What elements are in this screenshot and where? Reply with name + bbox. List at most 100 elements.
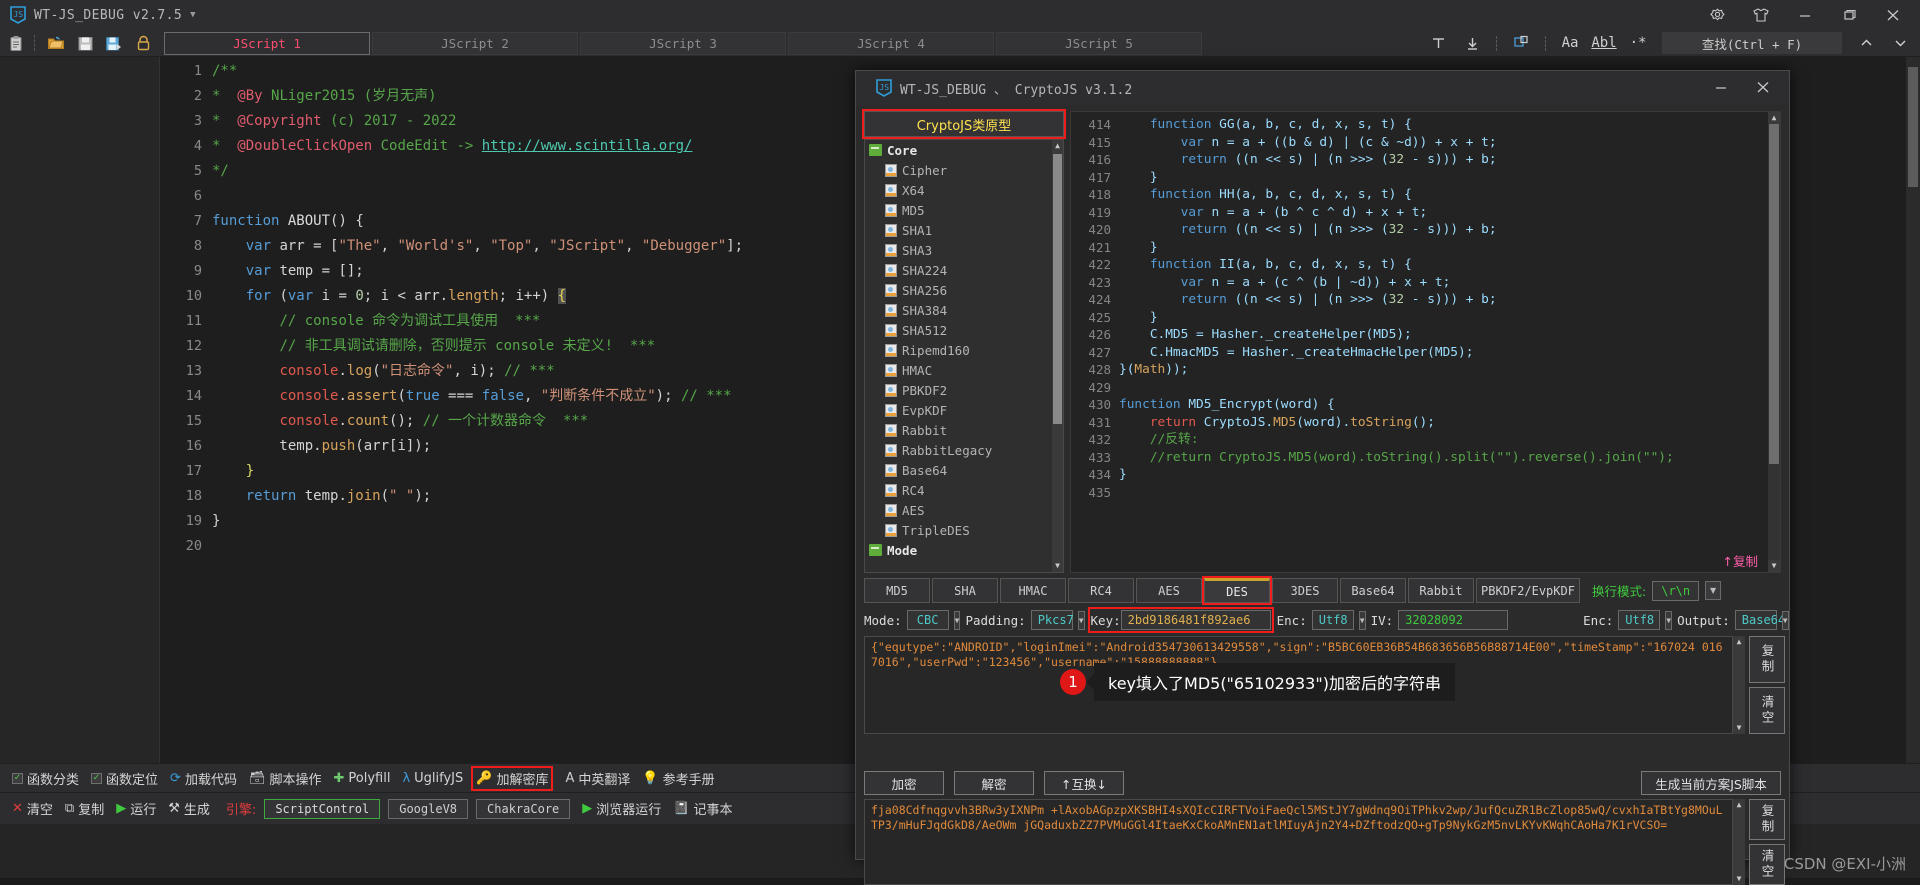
code-line[interactable]: var n = a + (c ^ (b | ~d)) + x + t; [1119, 274, 1766, 292]
iv-input[interactable]: 32028092 [1398, 610, 1508, 630]
enc2-value[interactable]: Utf8 [1618, 610, 1660, 630]
open-folder-icon[interactable] [43, 31, 69, 55]
checkbox-icon[interactable]: ✓ [91, 773, 102, 784]
tree-node[interactable]: SHA384 [865, 300, 1063, 320]
scroll-down-icon[interactable]: ▼ [1768, 560, 1780, 572]
tree-scrollbar[interactable]: ▲ ▼ [1052, 140, 1063, 572]
toggle-func-classify[interactable]: ✓ 函数分类 [12, 769, 79, 788]
button-polyfill[interactable]: ✚ Polyfill [333, 771, 390, 786]
scroll-up-icon[interactable]: ▲ [1733, 636, 1745, 648]
ciphertext-output[interactable]: fja08Cdfnqgvvh3BRw3yIXNPm +lAxobAGpzpXKS… [864, 799, 1733, 885]
chevron-down-icon-mode[interactable]: ▼ [954, 611, 961, 630]
minimize-icon[interactable] [1713, 79, 1729, 98]
scroll-up-icon[interactable]: ▲ [1733, 799, 1745, 811]
dialog-code-view[interactable]: 4144154164174184194204214224234244254264… [1070, 111, 1781, 573]
algo-tab-rabbit[interactable]: Rabbit [1408, 578, 1474, 603]
code-line[interactable]: function MD5_Encrypt(word) { [1119, 396, 1766, 414]
button-copy[interactable]: ⧉ 复制 [65, 799, 104, 818]
toggle-func-locate[interactable]: ✓ 函数定位 [91, 769, 158, 788]
code-line[interactable]: }(Math)); [1119, 361, 1766, 379]
engine-googlev8[interactable]: GoogleV8 [388, 799, 468, 819]
tree-node[interactable]: HMAC [865, 360, 1063, 380]
close-icon[interactable] [1755, 79, 1771, 98]
encrypt-button[interactable]: 加密 [864, 771, 944, 795]
code-line[interactable]: } [1119, 239, 1766, 257]
download-icon[interactable] [1462, 36, 1482, 51]
crypto-tree-list[interactable]: CoreCipherX64MD5SHA1SHA3SHA224SHA256SHA3… [864, 139, 1064, 573]
editor-scrollbar[interactable] [1906, 57, 1920, 763]
tree-node[interactable]: Base64 [865, 460, 1063, 480]
swap-button[interactable]: ↑互换↓ [1044, 771, 1124, 795]
tree-node[interactable]: PBKDF2 [865, 380, 1063, 400]
output-value[interactable]: Base64 [1735, 610, 1777, 630]
tree-node[interactable]: AES [865, 500, 1063, 520]
generate-script-button[interactable]: 生成当前方案JS脚本 [1641, 771, 1781, 795]
algorithm-tabs[interactable]: MD5SHAHMACRC4AESDES3DESBase64RabbitPBKDF… [864, 577, 1781, 604]
input-copy-button[interactable]: 复制 [1749, 636, 1785, 683]
algo-tab-des[interactable]: DES [1204, 578, 1270, 603]
algo-tab-md5[interactable]: MD5 [864, 578, 930, 603]
clipboard-icon[interactable] [3, 31, 29, 55]
tree-node[interactable]: Rabbit [865, 420, 1063, 440]
code-line[interactable]: return ((n << s) | (n >>> (32 - s))) + b… [1119, 221, 1766, 239]
tab-jscript-2[interactable]: JScript 2 [372, 32, 578, 55]
code-line[interactable]: var n = a + (b ^ c ^ d) + x + t; [1119, 204, 1766, 222]
lock-icon[interactable] [130, 31, 156, 55]
scrollbar-thumb[interactable] [1908, 67, 1918, 187]
whole-word-icon[interactable]: Abl [1594, 35, 1614, 51]
code-line[interactable]: //反转: [1119, 431, 1766, 449]
tree-node[interactable]: TripleDES [865, 520, 1063, 540]
shirt-icon[interactable] [1752, 6, 1770, 24]
minimize-icon[interactable] [1796, 6, 1814, 24]
tree-node[interactable]: RC4 [865, 480, 1063, 500]
code-line[interactable] [1119, 379, 1766, 397]
code-line[interactable]: function II(a, b, c, d, x, s, t) { [1119, 256, 1766, 274]
chevron-down-icon-padding[interactable]: ▼ [1078, 611, 1085, 630]
scroll-down-icon[interactable]: ▼ [1733, 722, 1745, 734]
code-line[interactable]: C.MD5 = Hasher._createHelper(MD5); [1119, 326, 1766, 344]
chevron-down-icon-enc[interactable]: ▼ [1359, 611, 1366, 630]
scrollbar-thumb[interactable] [1053, 154, 1062, 424]
algo-tab-aes[interactable]: AES [1136, 578, 1202, 603]
maximize-icon[interactable] [1840, 6, 1858, 24]
match-case-icon[interactable]: Aa [1560, 35, 1580, 51]
tree-node[interactable]: SHA256 [865, 280, 1063, 300]
dialog-code-lines[interactable]: function GG(a, b, c, d, x, s, t) { var n… [1119, 116, 1766, 501]
code-line[interactable]: } [1119, 169, 1766, 187]
code-line[interactable]: return ((n << s) | (n >>> (32 - s))) + b… [1119, 151, 1766, 169]
algo-tab-sha[interactable]: SHA [932, 578, 998, 603]
code-line[interactable]: return CryptoJS.MD5(word).toString(); [1119, 414, 1766, 432]
algo-tab-hmac[interactable]: HMAC [1000, 578, 1066, 603]
chevron-down-icon[interactable]: ▼ [190, 10, 195, 20]
tree-node[interactable]: SHA512 [865, 320, 1063, 340]
save-as-icon[interactable] [101, 31, 127, 55]
code-line[interactable]: function HH(a, b, c, d, x, s, t) { [1119, 186, 1766, 204]
scroll-down-icon[interactable]: ▼ [1052, 560, 1063, 572]
code-line[interactable]: //return CryptoJS.MD5(word).toString().s… [1119, 449, 1766, 467]
tab-jscript-5[interactable]: JScript 5 [996, 32, 1202, 55]
button-browser-run[interactable]: ▶ 浏览器运行 [582, 799, 661, 818]
algo-tab-pbkdf2-evpkdf[interactable]: PBKDF2/EvpKDF [1476, 578, 1580, 603]
newline-mode-value[interactable]: \r\n [1652, 581, 1699, 601]
close-icon[interactable] [1884, 6, 1902, 24]
code-line[interactable]: C.HmacMD5 = Hasher._createHmacHelper(MD5… [1119, 344, 1766, 362]
chevron-down-icon-enc2[interactable]: ▼ [1665, 611, 1672, 630]
tree-node[interactable]: MD5 [865, 200, 1063, 220]
chevron-down-icon-newline[interactable]: ▼ [1705, 581, 1721, 600]
code-line[interactable] [1119, 484, 1766, 502]
decrypt-button[interactable]: 解密 [954, 771, 1034, 795]
button-reference-manual[interactable]: 💡 参考手册 [642, 769, 714, 788]
algo-tab-rc4[interactable]: RC4 [1068, 578, 1134, 603]
checkbox-icon[interactable]: ✓ [12, 773, 23, 784]
gear-icon[interactable] [1708, 6, 1726, 24]
key-input[interactable]: 2bd9186481f892ae6 [1121, 610, 1271, 630]
enc-value[interactable]: Utf8 [1312, 610, 1354, 630]
dialog-code-scrollbar[interactable]: ▲ ▼ [1768, 112, 1780, 572]
scroll-down-icon[interactable]: ▼ [1733, 873, 1745, 885]
button-load-code[interactable]: ⟳ 加载代码 [170, 769, 237, 788]
output-clear-button[interactable]: 清空 [1749, 844, 1785, 885]
button-crypto-library[interactable]: 🔑 加解密库 [471, 766, 553, 791]
button-clear[interactable]: ✕ 清空 [12, 799, 53, 818]
engine-scriptcontrol[interactable]: ScriptControl [264, 799, 380, 819]
tree-node[interactable]: Mode [865, 540, 1063, 560]
